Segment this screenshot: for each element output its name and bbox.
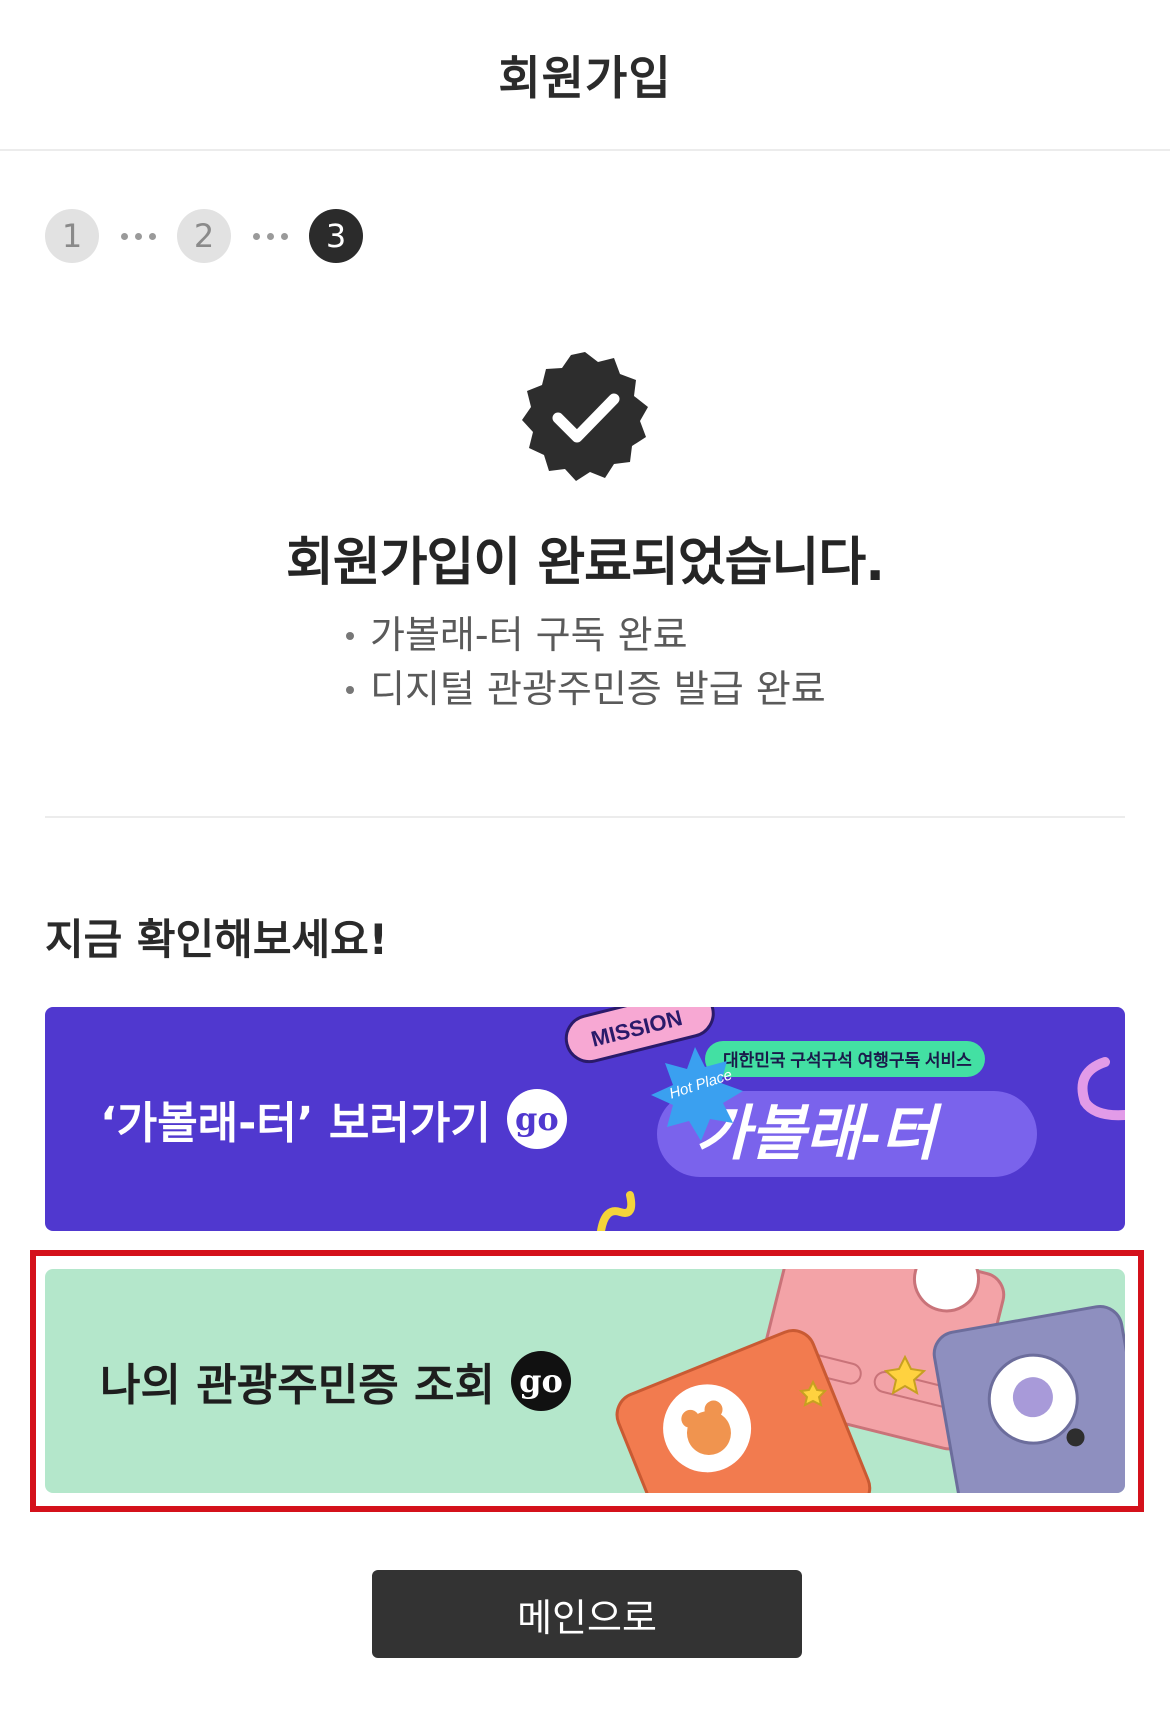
completion-item: 가볼래-터 구독 완료 xyxy=(342,608,826,662)
completion-item: 디지털 관광주민증 발급 완료 xyxy=(342,662,826,716)
step-separator xyxy=(99,232,177,240)
banner-title: 나의 관광주민증 조회 xyxy=(100,1360,495,1411)
go-icon: go xyxy=(510,1351,571,1411)
tourist-id-banner-label[interactable]: 나의 관광주민증 조회 go xyxy=(100,1349,571,1413)
completion-list: 가볼래-터 구독 완료 디지털 관광주민증 발급 완료 xyxy=(342,608,826,716)
step-3: 3 xyxy=(309,209,363,263)
page-title: 회원가입 xyxy=(498,50,672,105)
gabollaeter-banner[interactable]: MISSION 대한민국 구석구석 여행구독 서비스 가볼래-터 Hot Pla… xyxy=(45,1007,1125,1231)
go-main-button[interactable]: 메인으로 xyxy=(372,1570,802,1658)
tagline-label: 대한민국 구석구석 여행구독 서비스 xyxy=(723,1051,972,1070)
tourist-id-banner[interactable]: 나의 관광주민증 조회 go xyxy=(45,1269,1125,1493)
step-1: 1 xyxy=(45,209,99,263)
step-separator xyxy=(231,232,309,240)
step-indicator: 1 2 3 xyxy=(45,209,363,263)
page-header: 회원가입 xyxy=(0,0,1170,151)
completion-title: 회원가입이 완료되었습니다. xyxy=(286,533,885,593)
banner-title: ‘가볼래-터’ 보러가기 xyxy=(100,1098,491,1149)
step-2: 2 xyxy=(177,209,231,263)
gabollaeter-banner-label[interactable]: ‘가볼래-터’ 보러가기 go xyxy=(100,1087,567,1151)
gabollaeter-logo: 가볼래-터 xyxy=(695,1100,943,1167)
verified-check-badge-icon xyxy=(522,352,648,481)
divider xyxy=(45,816,1125,818)
section-title: 지금 확인해보세요! xyxy=(45,915,388,964)
go-icon: go xyxy=(506,1089,567,1149)
